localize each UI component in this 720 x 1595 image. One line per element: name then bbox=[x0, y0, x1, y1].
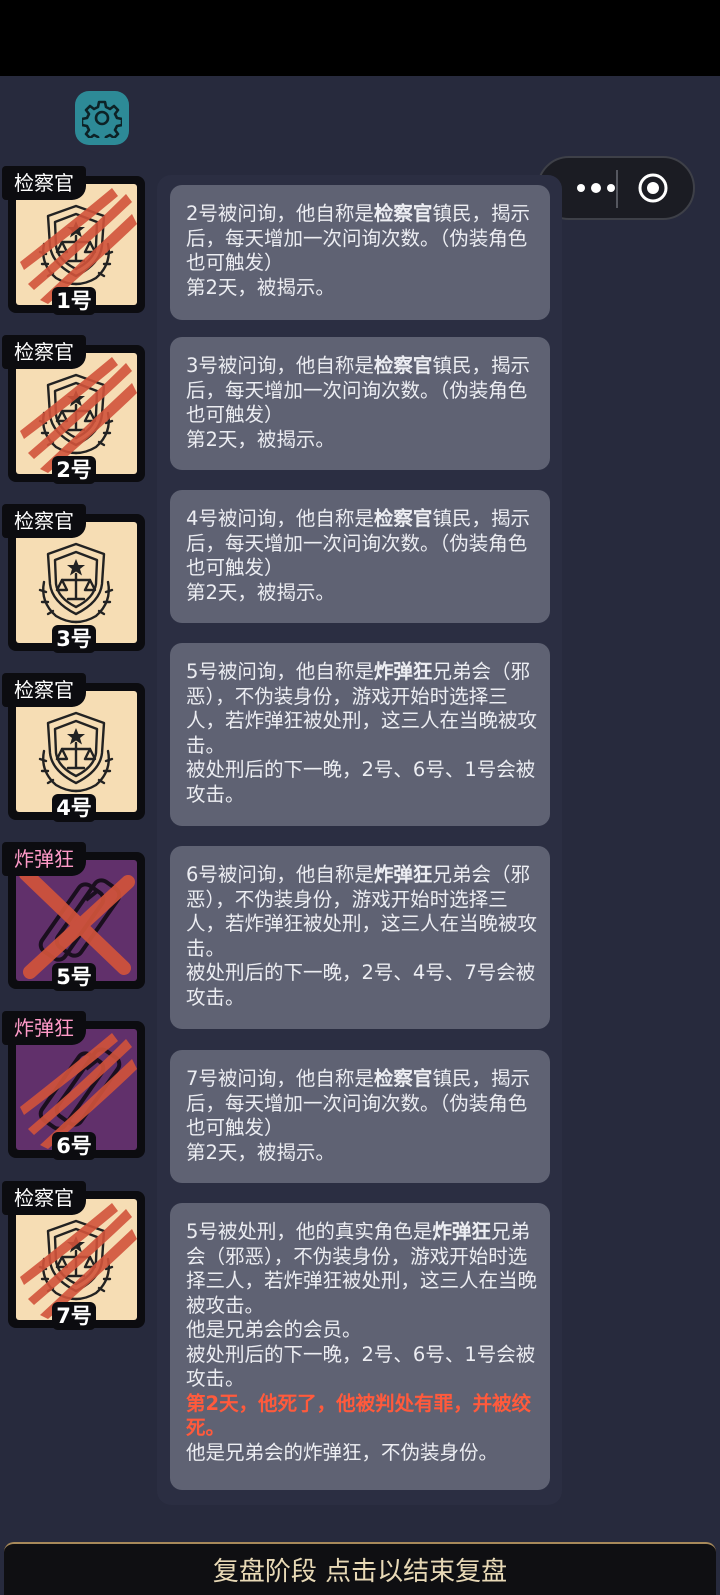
player-role-label: 炸弹狂 bbox=[2, 842, 86, 876]
log-role: 检察官 bbox=[373, 1067, 433, 1090]
target-circle-icon[interactable] bbox=[637, 172, 669, 204]
death-highlight: 第2天，他死了，他被判处有罪，并被绞死。 bbox=[186, 1391, 532, 1440]
player-number: 6号 bbox=[52, 1132, 96, 1160]
log-line: 第2天，被揭示。 bbox=[186, 275, 335, 299]
log-card: 4号被问询，他自称是检察官镇民，揭示后，每天增加一次问询次数。（伪装角色也可触发… bbox=[170, 490, 550, 623]
log-prefix: 2号被问询，他自称是 bbox=[186, 202, 374, 225]
player-number: 2号 bbox=[52, 456, 96, 484]
settings-button[interactable] bbox=[75, 91, 129, 145]
log-card: 2号被问询，他自称是检察官镇民，揭示后，每天增加一次问询次数。（伪装角色也可触发… bbox=[170, 185, 550, 320]
player-role-label: 检察官 bbox=[2, 673, 86, 707]
player-role-label: 检察官 bbox=[2, 335, 86, 369]
log-role: 炸弹狂 bbox=[432, 1220, 491, 1243]
log-line: 被处刑后的下一晚，2号、6号、1号会被攻击。 bbox=[186, 758, 536, 806]
player-number: 4号 bbox=[52, 794, 96, 822]
end-review-label: 复盘阶段 点击以结束复盘 bbox=[212, 1557, 508, 1587]
log-line: 第2天，被揭示。 bbox=[186, 427, 335, 451]
player-number: 3号 bbox=[52, 625, 96, 653]
more-dots-icon[interactable] bbox=[561, 170, 631, 206]
log-prefix: 3号被问询，他自称是 bbox=[186, 354, 374, 377]
player-role-label: 检察官 bbox=[2, 166, 86, 200]
player-card[interactable]: 检察官 3号 bbox=[0, 504, 150, 668]
log-role: 检察官 bbox=[373, 507, 433, 530]
log-line: 他是兄弟会的炸弹狂，不伪装身份。 bbox=[186, 1440, 499, 1464]
log-prefix: 4号被问询，他自称是 bbox=[186, 507, 374, 530]
log-role: 炸弹狂 bbox=[373, 660, 433, 683]
player-number: 1号 bbox=[52, 287, 96, 315]
log-card: 5号被问询，他自称是炸弹狂兄弟会（邪恶），不伪装身份，游戏开始时选择三人，若炸弹… bbox=[170, 643, 550, 826]
log-card: 7号被问询，他自称是检察官镇民，揭示后，每天增加一次问询次数。（伪装角色也可触发… bbox=[170, 1050, 550, 1183]
log-line: 被处刑后的下一晚，2号、4号、7号会被攻击。 bbox=[186, 961, 536, 1009]
player-card[interactable]: 炸弹狂 5号 bbox=[0, 842, 150, 1006]
player-card[interactable]: 检察官 7号 bbox=[0, 1181, 150, 1345]
log-role: 炸弹狂 bbox=[373, 863, 433, 886]
log-role: 检察官 bbox=[373, 202, 433, 225]
log-prefix: 6号被问询，他自称是 bbox=[186, 863, 374, 886]
log-role: 检察官 bbox=[373, 354, 433, 377]
log-prefix: 5号被处刑，他的真实角色是 bbox=[186, 1220, 433, 1243]
status-bar bbox=[0, 0, 720, 76]
player-card[interactable]: 检察官 4号 bbox=[0, 673, 150, 837]
gear-icon bbox=[82, 100, 122, 138]
player-number: 7号 bbox=[52, 1302, 96, 1330]
log-line: 第2天，被揭示。 bbox=[186, 1140, 335, 1164]
log-card: 6号被问询，他自称是炸弹狂兄弟会（邪恶），不伪装身份，游戏开始时选择三人，若炸弹… bbox=[170, 846, 550, 1029]
log-prefix: 5号被问询，他自称是 bbox=[186, 660, 374, 683]
log-line: 被处刑后的下一晚，2号、6号、1号会被攻击。 bbox=[186, 1342, 536, 1391]
player-number: 5号 bbox=[52, 963, 96, 991]
player-card[interactable]: 炸弹狂 6号 bbox=[0, 1011, 150, 1175]
log-line: 第2天，被揭示。 bbox=[186, 580, 335, 604]
end-review-button[interactable]: 复盘阶段 点击以结束复盘 bbox=[4, 1542, 716, 1595]
player-card[interactable]: 检察官 2号 bbox=[0, 335, 150, 499]
log-card: 3号被问询，他自称是检察官镇民，揭示后，每天增加一次问询次数。（伪装角色也可触发… bbox=[170, 337, 550, 470]
log-line: 他是兄弟会的会员。 bbox=[186, 1318, 362, 1341]
capsule-divider bbox=[616, 170, 618, 208]
player-role-label: 检察官 bbox=[2, 1181, 86, 1215]
player-role-label: 检察官 bbox=[2, 504, 86, 538]
log-prefix: 7号被问询，他自称是 bbox=[186, 1067, 374, 1090]
player-role-label: 炸弹狂 bbox=[2, 1011, 86, 1045]
player-card[interactable]: 检察官 1号 bbox=[0, 166, 150, 330]
log-card: 5号被处刑，他的真实角色是炸弹狂兄弟会（邪恶），不伪装身份，游戏开始时选择三人，… bbox=[170, 1203, 550, 1490]
